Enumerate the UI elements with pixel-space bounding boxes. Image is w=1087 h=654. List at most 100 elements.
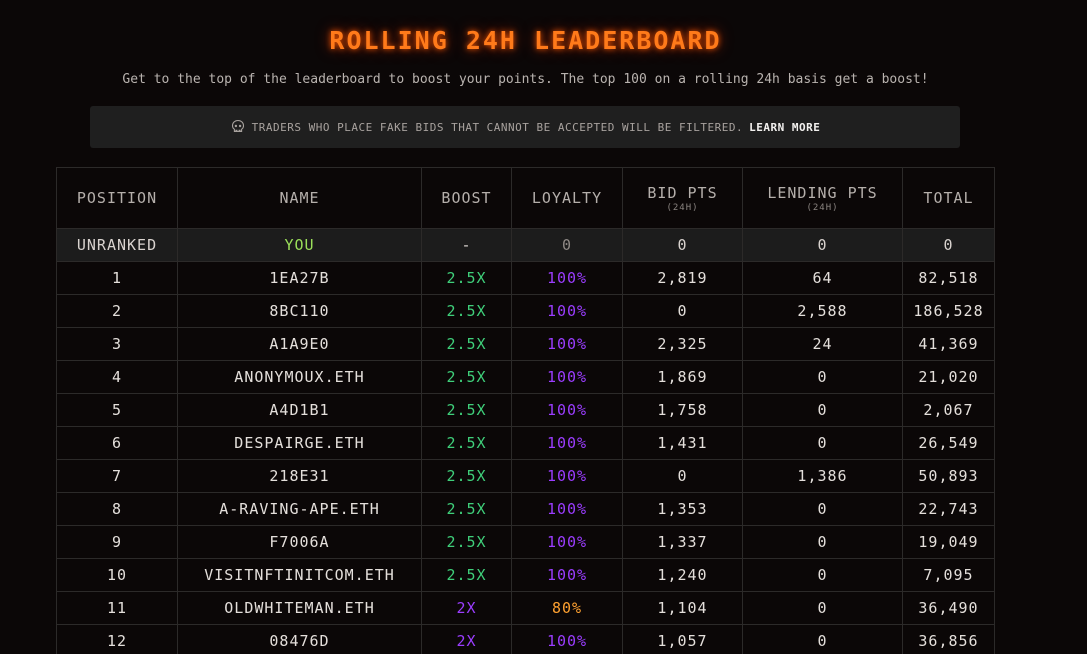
table-row[interactable]: 9 F7006A 2.5X 100% 1,337 0 19,049 bbox=[56, 525, 995, 559]
column-header-lending-pts[interactable]: LENDING PTS (24H) bbox=[742, 167, 903, 229]
you-name: YOU bbox=[177, 228, 422, 262]
row-name[interactable]: 8BC110 bbox=[177, 294, 422, 328]
row-lending-pts: 24 bbox=[742, 327, 903, 361]
row-position: 6 bbox=[56, 426, 178, 460]
table-row[interactable]: 4 ANONYMOUX.ETH 2.5X 100% 1,869 0 21,020 bbox=[56, 360, 995, 394]
row-boost: 2X bbox=[421, 591, 512, 625]
you-lending-pts: 0 bbox=[742, 228, 903, 262]
row-total: 82,518 bbox=[902, 261, 995, 295]
row-name[interactable]: VISITNFTINITCOM.ETH bbox=[177, 558, 422, 592]
table-row[interactable]: 1 1EA27B 2.5X 100% 2,819 64 82,518 bbox=[56, 261, 995, 295]
column-subheader-lending-pts: (24H) bbox=[806, 202, 839, 213]
table-header-row: POSITION NAME BOOST LOYALTY BID PTS (24H)… bbox=[56, 167, 995, 229]
row-bid-pts: 1,431 bbox=[622, 426, 743, 460]
row-lending-pts: 2,588 bbox=[742, 294, 903, 328]
table-row[interactable]: 8 A-RAVING-APE.ETH 2.5X 100% 1,353 0 22,743 bbox=[56, 492, 995, 526]
row-lending-pts: 0 bbox=[742, 360, 903, 394]
row-position: 5 bbox=[56, 393, 178, 427]
row-loyalty: 100% bbox=[511, 294, 623, 328]
you-boost: - bbox=[421, 228, 512, 262]
row-boost: 2X bbox=[421, 624, 512, 654]
row-lending-pts: 0 bbox=[742, 393, 903, 427]
row-name[interactable]: A1A9E0 bbox=[177, 327, 422, 361]
table-row[interactable]: 12 08476D 2X 100% 1,057 0 36,856 bbox=[56, 624, 995, 654]
row-boost: 2.5X bbox=[421, 360, 512, 394]
row-position: 12 bbox=[56, 624, 178, 654]
row-loyalty: 100% bbox=[511, 624, 623, 654]
you-loyalty: 0 bbox=[511, 228, 623, 262]
row-loyalty: 100% bbox=[511, 459, 623, 493]
table-row[interactable]: 2 8BC110 2.5X 100% 0 2,588 186,528 bbox=[56, 294, 995, 328]
row-position: 8 bbox=[56, 492, 178, 526]
row-name[interactable]: DESPAIRGE.ETH bbox=[177, 426, 422, 460]
fake-bids-notice: TRADERS WHO PLACE FAKE BIDS THAT CANNOT … bbox=[90, 106, 960, 148]
row-position: 10 bbox=[56, 558, 178, 592]
row-total: 50,893 bbox=[902, 459, 995, 493]
row-bid-pts: 1,057 bbox=[622, 624, 743, 654]
row-total: 41,369 bbox=[902, 327, 995, 361]
row-name[interactable]: 1EA27B bbox=[177, 261, 422, 295]
row-name[interactable]: 218E31 bbox=[177, 459, 422, 493]
row-lending-pts: 64 bbox=[742, 261, 903, 295]
row-lending-pts: 0 bbox=[742, 492, 903, 526]
row-bid-pts: 1,869 bbox=[622, 360, 743, 394]
row-loyalty: 100% bbox=[511, 426, 623, 460]
column-header-name[interactable]: NAME bbox=[177, 167, 422, 229]
row-name[interactable]: A-RAVING-APE.ETH bbox=[177, 492, 422, 526]
column-header-total[interactable]: TOTAL bbox=[902, 167, 995, 229]
row-loyalty: 100% bbox=[511, 261, 623, 295]
row-name[interactable]: A4D1B1 bbox=[177, 393, 422, 427]
row-loyalty: 100% bbox=[511, 492, 623, 526]
row-name[interactable]: ANONYMOUX.ETH bbox=[177, 360, 422, 394]
row-lending-pts: 0 bbox=[742, 591, 903, 625]
row-name[interactable]: F7006A bbox=[177, 525, 422, 559]
row-total: 186,528 bbox=[902, 294, 995, 328]
row-boost: 2.5X bbox=[421, 261, 512, 295]
you-bid-pts: 0 bbox=[622, 228, 743, 262]
row-loyalty: 80% bbox=[511, 591, 623, 625]
row-position: 7 bbox=[56, 459, 178, 493]
table-row[interactable]: 6 DESPAIRGE.ETH 2.5X 100% 1,431 0 26,549 bbox=[56, 426, 995, 460]
table-row[interactable]: 7 218E31 2.5X 100% 0 1,386 50,893 bbox=[56, 459, 995, 493]
row-name[interactable]: OLDWHITEMAN.ETH bbox=[177, 591, 422, 625]
row-boost: 2.5X bbox=[421, 525, 512, 559]
you-total: 0 bbox=[902, 228, 995, 262]
row-lending-pts: 0 bbox=[742, 426, 903, 460]
column-header-boost[interactable]: BOOST bbox=[421, 167, 512, 229]
row-lending-pts: 0 bbox=[742, 525, 903, 559]
row-loyalty: 100% bbox=[511, 558, 623, 592]
column-header-bid-pts[interactable]: BID PTS (24H) bbox=[622, 167, 743, 229]
row-bid-pts: 1,240 bbox=[622, 558, 743, 592]
table-row[interactable]: 3 A1A9E0 2.5X 100% 2,325 24 41,369 bbox=[56, 327, 995, 361]
row-lending-pts: 0 bbox=[742, 624, 903, 654]
row-loyalty: 100% bbox=[511, 393, 623, 427]
column-header-loyalty[interactable]: LOYALTY bbox=[511, 167, 623, 229]
row-bid-pts: 1,758 bbox=[622, 393, 743, 427]
table-row[interactable]: 10 VISITNFTINITCOM.ETH 2.5X 100% 1,240 0 7,095 bbox=[56, 558, 995, 592]
row-position: 2 bbox=[56, 294, 178, 328]
page-subtitle: Get to the top of the leaderboard to boo… bbox=[122, 72, 929, 87]
column-subheader-bid-pts: (24H) bbox=[666, 202, 699, 213]
leaderboard-table: POSITION NAME BOOST LOYALTY BID PTS (24H)… bbox=[56, 167, 995, 654]
table-row[interactable]: 11 OLDWHITEMAN.ETH 2X 80% 1,104 0 36,490 bbox=[56, 591, 995, 625]
row-boost: 2.5X bbox=[421, 492, 512, 526]
row-position: 9 bbox=[56, 525, 178, 559]
row-total: 19,049 bbox=[902, 525, 995, 559]
row-boost: 2.5X bbox=[421, 459, 512, 493]
row-loyalty: 100% bbox=[511, 525, 623, 559]
table-row[interactable]: 5 A4D1B1 2.5X 100% 1,758 0 2,067 bbox=[56, 393, 995, 427]
learn-more-link[interactable]: LEARN MORE bbox=[749, 121, 820, 134]
row-total: 36,856 bbox=[902, 624, 995, 654]
column-header-position[interactable]: POSITION bbox=[56, 167, 178, 229]
row-position: 11 bbox=[56, 591, 178, 625]
row-bid-pts: 1,337 bbox=[622, 525, 743, 559]
row-bid-pts: 2,325 bbox=[622, 327, 743, 361]
row-loyalty: 100% bbox=[511, 360, 623, 394]
row-position: 4 bbox=[56, 360, 178, 394]
row-boost: 2.5X bbox=[421, 558, 512, 592]
row-name[interactable]: 08476D bbox=[177, 624, 422, 654]
row-total: 26,549 bbox=[902, 426, 995, 460]
row-bid-pts: 1,353 bbox=[622, 492, 743, 526]
row-boost: 2.5X bbox=[421, 327, 512, 361]
row-total: 21,020 bbox=[902, 360, 995, 394]
